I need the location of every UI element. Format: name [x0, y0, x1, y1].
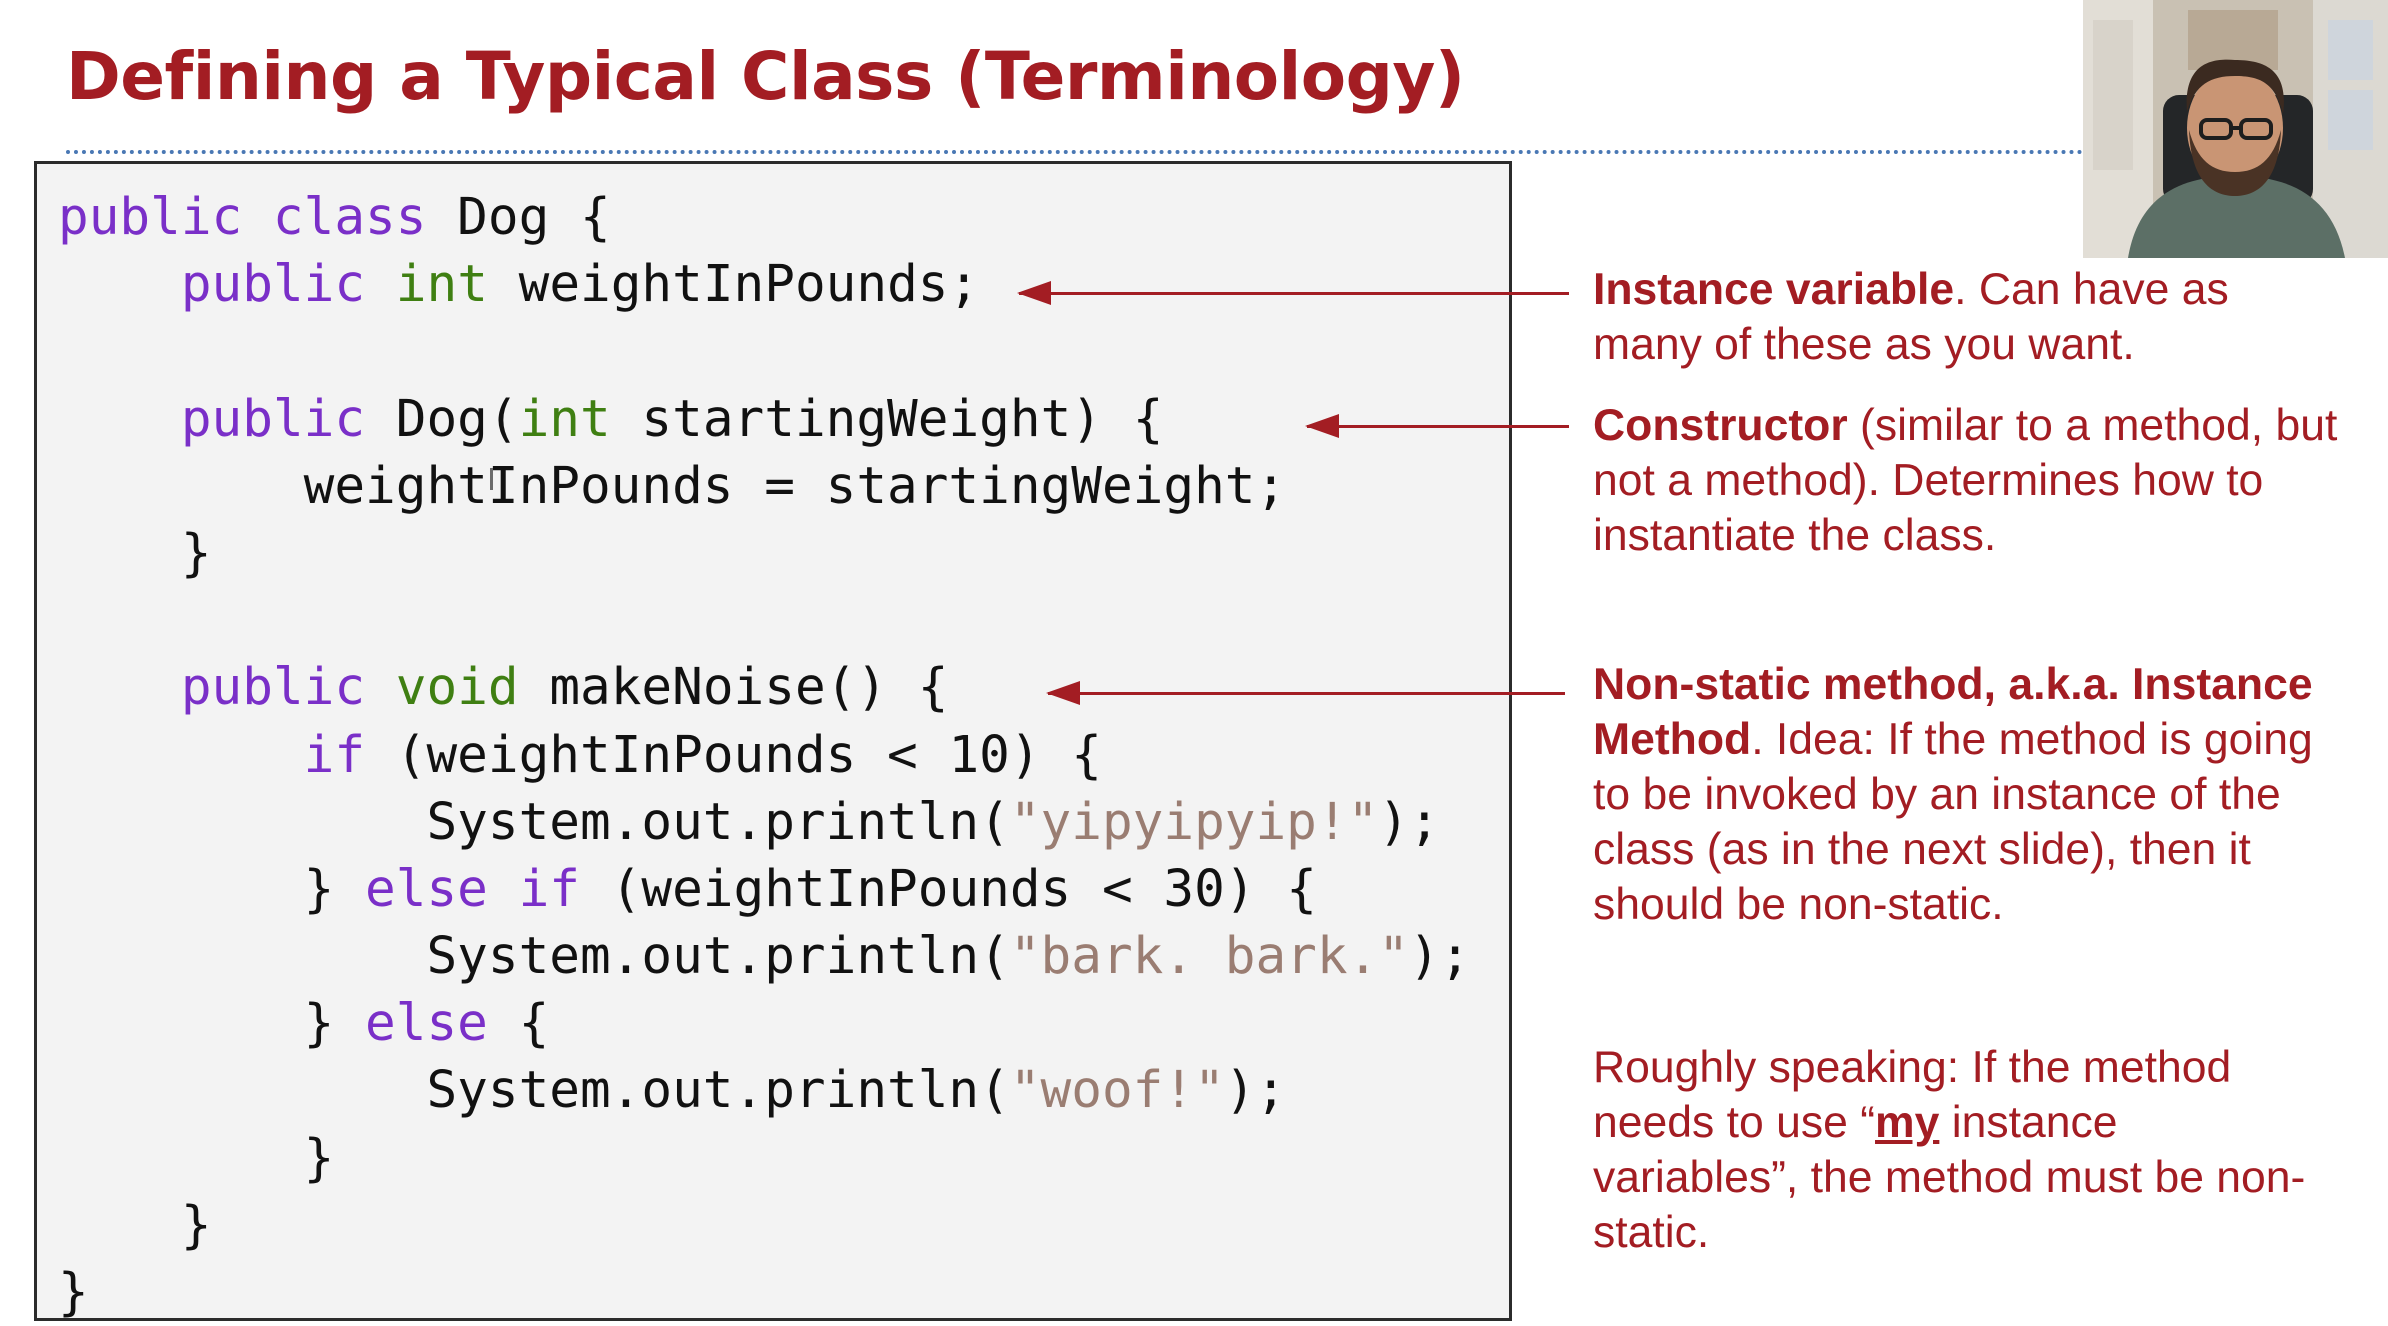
annotation-instance-variable-term: Instance variable	[1593, 265, 1955, 314]
code-line: if (weightInPounds < 10) {	[58, 722, 1470, 789]
code-line: public void makeNoise() {	[58, 654, 1470, 721]
code-text: }	[58, 523, 212, 583]
code-keyword: public	[180, 255, 366, 315]
code-text: weightInPounds = startingWeight;	[58, 456, 1287, 516]
code-keyword: else	[365, 994, 488, 1054]
code-text: startingWeight) {	[610, 389, 1164, 449]
code-text: weightInPounds;	[487, 255, 980, 315]
code-text: {	[487, 994, 550, 1054]
code-line: System.out.println("bark. bark.");	[58, 923, 1470, 990]
code-line: }	[58, 520, 1470, 587]
code-text: (weightInPounds < 30) {	[579, 859, 1317, 919]
arrow-constructor	[1305, 414, 1569, 438]
annotation-constructor: Constructor (similar to a method, but no…	[1593, 398, 2343, 563]
code-line: System.out.println("woof!");	[58, 1057, 1470, 1124]
webcam-overlay	[2083, 0, 2388, 258]
code-line: public class Dog {	[58, 184, 1470, 251]
annotation-nonstatic-method: Non-static method, a.k.a. Instance Metho…	[1593, 657, 2323, 932]
code-text: );	[1409, 927, 1471, 987]
text-cursor-icon	[490, 468, 493, 490]
code-text: Dog(	[365, 389, 519, 449]
code-line: weightInPounds = startingWeight;	[58, 453, 1470, 520]
code-text: System.out.println(	[58, 927, 1010, 987]
annotation-roughly-speaking: Roughly speaking: If the method needs to…	[1593, 1040, 2313, 1260]
code-text: System.out.println(	[58, 1061, 1010, 1121]
code-type: void	[395, 658, 519, 718]
code-keyword: public class	[58, 188, 427, 247]
slide-title: Defining a Typical Class (Terminology)	[66, 38, 1465, 115]
code-keyword: if	[303, 725, 366, 785]
arrow-nonstatic-method	[1046, 681, 1565, 705]
code-string: "yipyipyip!"	[1009, 792, 1379, 852]
code-line: System.out.println("yipyipyip!");	[58, 789, 1470, 856]
code-line: public Dog(int startingWeight) {	[58, 386, 1470, 453]
code-line: } else if (weightInPounds < 30) {	[58, 856, 1470, 923]
code-keyword: else if	[365, 859, 580, 919]
presenter-video-thumbnail	[2083, 0, 2388, 258]
code-text: Dog {	[426, 188, 611, 247]
annotation-instance-variable: Instance variable. Can have as many of t…	[1593, 262, 2313, 372]
code-type: int	[518, 389, 611, 449]
code-string: "bark. bark."	[1009, 927, 1410, 987]
code-keyword: public	[180, 658, 366, 718]
code-text: System.out.println(	[58, 792, 1010, 852]
code-line: public int weightInPounds;	[58, 251, 1470, 318]
code-line: }	[58, 1125, 1470, 1192]
title-divider	[66, 150, 2084, 154]
annotation-constructor-term: Constructor	[1593, 401, 1848, 450]
code-string: "woof!"	[1009, 1061, 1225, 1121]
code-listing: public class Dog { public int weightInPo…	[58, 184, 1470, 1326]
code-text: }	[58, 994, 366, 1054]
code-text: }	[58, 1128, 335, 1188]
code-text: );	[1378, 792, 1440, 852]
code-text: }	[58, 1195, 212, 1255]
annotation-roughly-emphasis: my	[1875, 1098, 1940, 1147]
code-type: int	[395, 255, 488, 315]
code-text: (weightInPounds < 10) {	[365, 725, 1102, 785]
code-line: }	[58, 1192, 1470, 1259]
code-text: makeNoise() {	[518, 658, 949, 718]
code-keyword: public	[180, 389, 366, 449]
code-text: );	[1224, 1061, 1287, 1121]
code-text: }	[58, 859, 366, 919]
arrow-instance-variable	[1017, 281, 1569, 305]
code-line: } else {	[58, 990, 1470, 1057]
